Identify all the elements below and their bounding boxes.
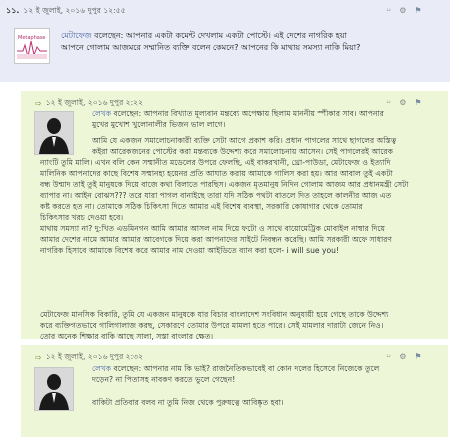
comment-line: বন্ধ উন্মাদ তাই তুই মানুষকে দিয়ে বাজে ক… (40, 180, 409, 189)
author-link[interactable]: লেখক (92, 364, 111, 373)
comment-line: মেটাফেজ মানসিক বিকারি, তুমি যে একজন মানু… (40, 310, 389, 319)
avatar-silhouette (35, 368, 73, 410)
comment-line: ব্যাপার না। আইন বোঝস??? তরে যারা পাগল বা… (40, 191, 392, 200)
comment-line: নাগরিক হিসাবে আমাকে বিশেষ করে আমার নাম দ… (40, 246, 339, 255)
comment-line: চিকিৎসার খরচ দেওয়া হবে। (40, 213, 124, 222)
like-icon[interactable]: ⚙ (399, 6, 406, 15)
author-link[interactable]: লেখক (92, 109, 111, 118)
comment-actions: ০ ⚙ ⚑ (386, 4, 422, 17)
comment-actions: ০ ⚙ ⚑ (386, 350, 422, 363)
like-count: ০ (386, 97, 392, 106)
comment-line: আমার দেশের নামে আমার আমার আবেগকে দিয়ে ক… (40, 235, 392, 244)
comment-body: লেখক বলেছেন: আপনার বিখ্যাত মূল্যবান মন্ত… (92, 108, 384, 130)
flag-icon[interactable]: ⚑ (414, 98, 421, 107)
comment-actions: ০ ⚙ ⚑ (386, 96, 422, 109)
comment-reply-1: ⇨ ১২ ই জুলাই, ২০১৬ দুপুর ২:২২ ০ ⚙ ⚑ লেখক… (21, 91, 448, 342)
comment-body: লেখক বলেছেন: আপনার নাম কি ভাই? রাজনৈতিকভ… (92, 363, 379, 385)
comment-paragraph: আমি যে একজন সমালোচনাকারী ব্যক্তি সেটা আগ… (40, 135, 444, 256)
comment-line: মুখের মুখোশ খুলোনালীর ভিজন ভাল লাগে। (92, 120, 226, 129)
like-icon[interactable]: ⚙ (399, 352, 406, 361)
comment-line: কষ্ট করতে হত না। তোমাকে সঠিক চিকিৎসা দিত… (40, 202, 363, 211)
flag-icon[interactable]: ⚑ (414, 6, 421, 15)
svg-text:Metaphase: Metaphase (18, 35, 46, 41)
comment-line: তোর অনেক শিক্ষার বাকি আছে সালা, সস্তা বা… (40, 332, 214, 341)
comment-meta: ১১. ১২ ই জুলাই, ২০১৬ দুপুর ১২:৫৫ (6, 5, 126, 18)
reply-arrow-icon: ⇨ (35, 99, 42, 108)
author-link[interactable]: মেটাফেজ (61, 31, 92, 40)
comment-line: বলেছেন: আপনার বিখ্যাত মূল্যবান মন্তব্যে … (113, 109, 384, 118)
comment-line: বলেছেন: আপনার একটা কমেন্ট দেখলাম একটা পো… (94, 31, 347, 40)
comment-line: বলেছেন: আপনার নাম কি ভাই? রাজনৈতিকভাবেই … (113, 364, 380, 373)
like-icon[interactable]: ⚙ (399, 98, 406, 107)
like-count: ০ (386, 351, 392, 360)
comment-line: দড়েন? না পিতাসহ নাবকণ করতে ভুলে গেছেন! (92, 375, 236, 384)
comment-body: মেটাফেজ বলেছেন: আপনার একটা কমেন্ট দেখলাম… (61, 30, 360, 54)
comment-paragraph: বাকিটা প্রতিবার বলব না তুমি নিজ থেকে পুর… (92, 397, 284, 408)
flag-icon[interactable]: ⚑ (414, 352, 421, 361)
comment-line: বাকিটা প্রতিবার বলব না তুমি নিজ থেকে পুর… (92, 398, 284, 407)
comment-line: মাথায় সমস্যা না? দু:খিত এডমিনগন আমি আমা… (40, 224, 385, 233)
comment-paragraph: মেটাফেজ মানসিক বিকারি, তুমি যে একজন মানু… (40, 309, 444, 342)
reply-arrow-icon: ⇨ (35, 353, 42, 362)
avatar[interactable]: Metaphase (14, 28, 50, 64)
like-count: ০ (386, 5, 392, 14)
comment-line: আমি যে একজন সমালোচনাকারী ব্যক্তি সেটা আগ… (92, 136, 397, 145)
avatar[interactable] (34, 367, 74, 411)
comment-date: ১২ ই জুলাই, ২০১৬ দুপুর ১২:৫৫ (23, 6, 126, 15)
comment-line: আপনে গোলাম আজমরে সম্মানিত ব্যক্তি বলেন ক… (61, 43, 361, 52)
comment-number: ১১. (6, 6, 20, 15)
avatar-logo: Metaphase (15, 29, 49, 63)
comment-line: করে ব্যক্তিগতভাবে গালিগালাজ করছ, সেকারণে… (40, 321, 384, 330)
comment-line: মালিনিক আপনাদের কাছে বিশেষ সম্মানহ্য হয়… (40, 169, 393, 178)
comment-line: ন্যাংটি তুমি মালি। এখন বলি কেন সম্মানীত … (40, 158, 391, 167)
comment-line: কইরা আরেকজনের পোস্টের করা মন্তব্যকে উদ্দ… (92, 147, 393, 156)
comment-11: ১১. ১২ ই জুলাই, ২০১৬ দুপুর ১২:৫৫ ০ ⚙ ⚑ M… (0, 0, 450, 82)
comment-reply-2: ⇨ ১২ ই জুলাই, ২০১৬ দুপুর ২:৩২ ০ ⚙ ⚑ লেখক… (21, 345, 448, 437)
